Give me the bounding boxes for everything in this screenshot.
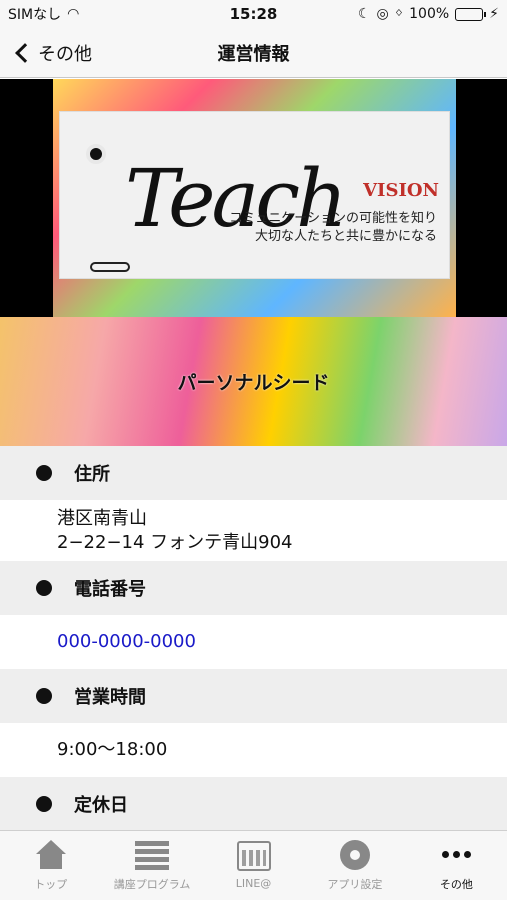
glasses-icon — [90, 262, 130, 272]
hours-label: 営業時間 — [74, 687, 146, 708]
tab-top[interactable]: トップ — [0, 831, 101, 900]
battery-percent: 100% — [409, 6, 450, 22]
carrier-label: SIMなし — [8, 7, 62, 23]
hero-banner: Teach VISION コミュニケーションの可能性を知り 大切な人たちと共に豊… — [0, 79, 507, 317]
bluetooth-icon: ᛜ — [394, 6, 404, 22]
more-icon — [441, 840, 471, 870]
back-label: その他 — [38, 44, 92, 65]
navigation-bar: その他 運営情報 — [0, 28, 507, 78]
tab-label: アプリ設定 — [327, 877, 383, 891]
section-title: パーソナルシード — [177, 372, 330, 394]
banner-copy-line-2: 大切な人たちと共に豊かになる — [254, 229, 437, 244]
bullet-icon — [36, 688, 52, 704]
status-time: 15:28 — [229, 5, 278, 23]
home-icon — [34, 839, 68, 870]
status-bar: SIMなし ◠ 15:28 ☾ ◎ ᛜ 100% ⚡ — [0, 0, 507, 28]
tab-app-settings[interactable]: アプリ設定 — [304, 831, 405, 900]
phone-number-link[interactable]: 000-0000-0000 — [57, 630, 507, 654]
tab-label: 講座プログラム — [113, 877, 191, 891]
bullet-icon — [36, 465, 52, 481]
closed-days-header: 定休日 — [0, 777, 507, 831]
gear-icon — [339, 839, 370, 870]
banner-copy: コミュニケーションの可能性を知り 大切な人たちと共に豊かになる — [229, 210, 437, 246]
app-screen: SIMなし ◠ 15:28 ☾ ◎ ᛜ 100% ⚡ その他 運営情報 Teac… — [0, 0, 507, 900]
banner-copy-line-1: コミュニケーションの可能性を知り — [229, 211, 437, 226]
wifi-icon: ◠ — [67, 6, 80, 22]
charging-icon: ⚡ — [489, 6, 499, 22]
phone-label: 電話番号 — [74, 579, 146, 600]
tab-label: LINE@ — [235, 877, 272, 890]
moon-icon: ☾ — [357, 6, 371, 22]
tab-line[interactable]: LINE@ — [203, 831, 304, 900]
hours-header: 営業時間 — [0, 669, 507, 723]
bullet-icon — [36, 580, 52, 596]
status-right: ☾ ◎ ᛜ 100% ⚡ — [329, 6, 499, 22]
tab-more[interactable]: その他 — [406, 831, 507, 900]
address-line-2: 2−22−14 フォンテ青山904 — [57, 531, 293, 553]
status-left: SIMなし ◠ — [8, 4, 178, 24]
calendar-icon — [236, 841, 271, 871]
address-label: 住所 — [74, 464, 110, 485]
banner-vision: VISION — [363, 180, 439, 201]
tab-label: その他 — [439, 877, 473, 891]
address-header: 住所 — [0, 446, 507, 500]
closed-days-label: 定休日 — [74, 795, 128, 816]
hours-body: 9:00〜18:00 — [0, 723, 507, 777]
list-icon — [135, 840, 170, 870]
banner-art: Teach VISION コミュニケーションの可能性を知り 大切な人たちと共に豊… — [53, 79, 456, 317]
banner-photo: Teach VISION コミュニケーションの可能性を知り 大切な人たちと共に豊… — [59, 111, 450, 279]
tab-bar: トップ 講座プログラム LINE@ アプリ設定 その他 — [0, 830, 507, 900]
battery-icon — [455, 7, 487, 21]
back-button[interactable]: その他 — [12, 28, 92, 78]
hours-value: 9:00〜18:00 — [57, 739, 168, 760]
coffee-cup-icon — [86, 144, 106, 164]
address-body: 港区南青山 2−22−14 フォンテ青山904 — [0, 500, 507, 561]
address-line-1: 港区南青山 — [57, 507, 147, 529]
phone-header: 電話番号 — [0, 561, 507, 615]
tab-programs[interactable]: 講座プログラム — [101, 831, 202, 900]
rotation-lock-icon: ◎ — [376, 6, 389, 22]
section-header: パーソナルシード — [0, 317, 507, 446]
bullet-icon — [36, 796, 52, 812]
tab-label: トップ — [34, 877, 68, 891]
phone-body: 000-0000-0000 — [0, 615, 507, 669]
chevron-left-icon — [15, 43, 35, 63]
